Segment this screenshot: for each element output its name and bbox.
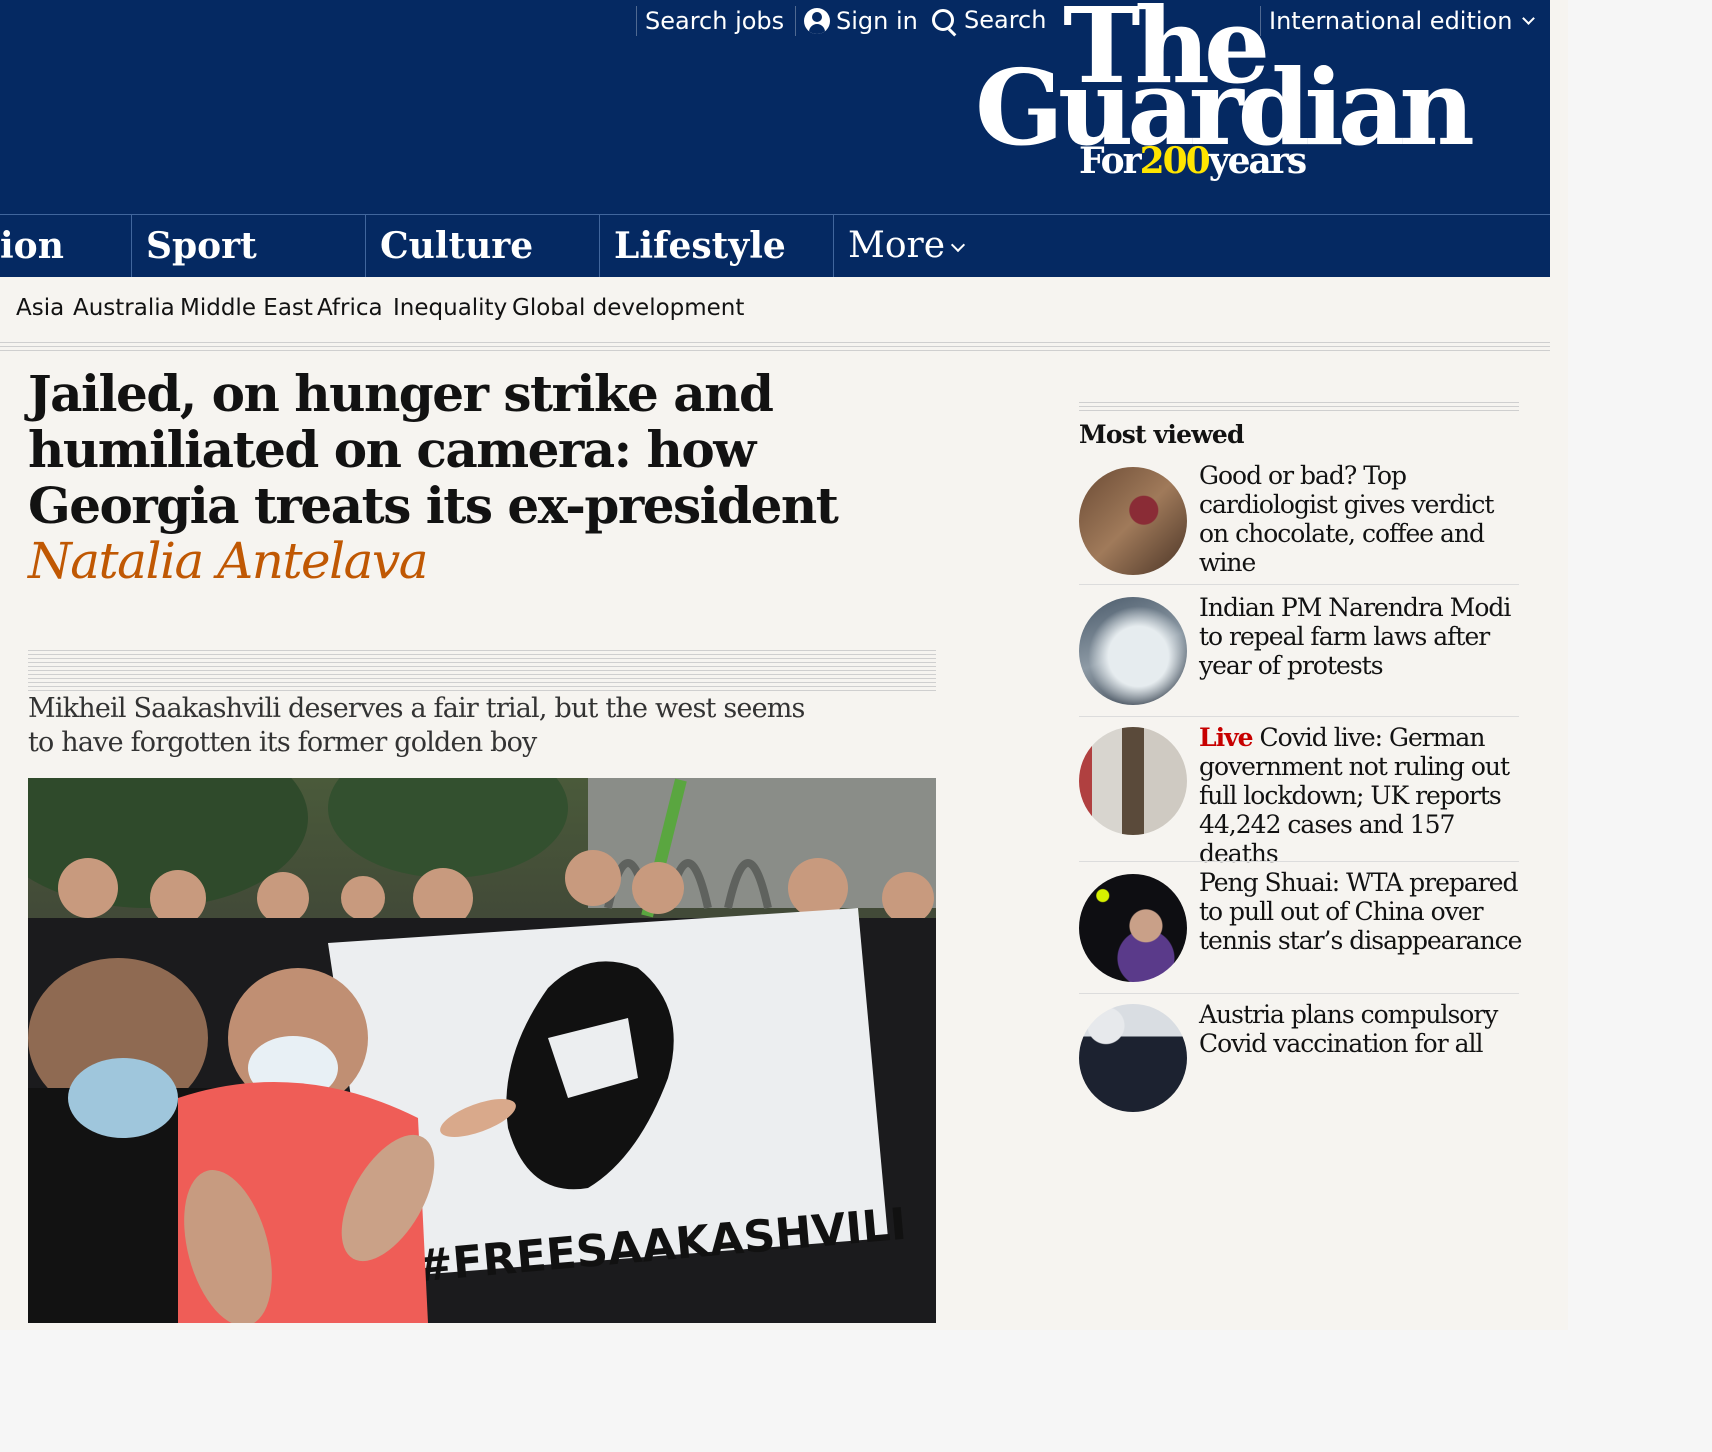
headline-text: Peng Shuai: WTA prepared to pull out of … xyxy=(1199,868,1522,955)
article-standfirst: Mikheil Saakashvili deserves a fair tria… xyxy=(28,693,805,758)
headline-text: Good or bad? Top cardiologist gives verd… xyxy=(1199,461,1494,577)
most-viewed-item[interactable]: Peng Shuai: WTA prepared to pull out of … xyxy=(1079,861,1522,991)
kicker: Live xyxy=(1199,723,1254,752)
masthead: Search jobs Sign in Search International… xyxy=(0,0,1550,214)
byline-divider xyxy=(28,650,936,694)
most-viewed-item[interactable]: Good or bad? Top cardiologist gives verd… xyxy=(1079,461,1519,597)
chevron-down-icon xyxy=(1522,11,1536,25)
headline-text: Indian PM Narendra Modi to repeal farm l… xyxy=(1199,593,1511,680)
most-viewed-item[interactable]: Indian PM Narendra Modi to repeal farm l… xyxy=(1079,584,1519,714)
headline-text: Austria plans compulsory Covid vaccinati… xyxy=(1199,1000,1498,1058)
most-viewed-title: Most viewed xyxy=(1079,420,1245,449)
pillar-more[interactable]: More xyxy=(833,215,1033,277)
most-viewed-headline: Peng Shuai: WTA prepared to pull out of … xyxy=(1199,868,1523,955)
article-headline: Jailed, on hunger strike and humiliated … xyxy=(28,364,839,535)
most-viewed-headline: Indian PM Narendra Modi to repeal farm l… xyxy=(1199,593,1523,680)
search-icon xyxy=(932,9,954,31)
most-viewed-headline: Live Covid live: German government not r… xyxy=(1199,723,1523,868)
thumbnail xyxy=(1079,467,1187,575)
user-icon xyxy=(804,8,830,34)
subnav-inequality[interactable]: Inequality xyxy=(393,295,507,321)
logo-years: years xyxy=(1208,140,1307,182)
sign-in-label: Sign in xyxy=(836,7,918,35)
logo-tagline: For200years xyxy=(1079,140,1307,182)
pillar-nav: ion Sport Culture Lifestyle More xyxy=(0,214,1550,277)
subnav-australia[interactable]: Australia xyxy=(73,295,175,321)
article-byline: Natalia Antelava xyxy=(28,532,429,590)
subnav-africa[interactable]: Africa xyxy=(317,295,383,321)
search-jobs-label: Search jobs xyxy=(645,7,785,35)
thumbnail xyxy=(1079,874,1187,982)
item-separator xyxy=(1079,716,1519,717)
logo-for: For xyxy=(1079,140,1142,182)
article-photo: #FREESAAKASHVILI xyxy=(28,778,936,1323)
chevron-down-icon xyxy=(950,237,966,253)
sign-in-link[interactable]: Sign in xyxy=(795,6,918,36)
thumbnail xyxy=(1079,597,1187,705)
guardian-logo[interactable]: The Guardian For200years xyxy=(975,0,1475,200)
pillar-lifestyle[interactable]: Lifestyle xyxy=(599,215,833,277)
thumbnail xyxy=(1079,1004,1187,1112)
subnav-global-development[interactable]: Global development xyxy=(512,295,744,321)
subnav-middle-east[interactable]: Middle East xyxy=(180,295,313,321)
search-jobs-link[interactable]: Search jobs xyxy=(636,6,784,36)
pillar-culture[interactable]: Culture xyxy=(365,215,599,277)
section-divider xyxy=(0,342,1550,354)
pillar-opinion[interactable]: ion xyxy=(0,215,132,277)
pillar-sport[interactable]: Sport xyxy=(131,215,365,277)
logo-200: 200 xyxy=(1139,140,1211,182)
most-viewed-divider xyxy=(1079,402,1519,414)
thumbnail xyxy=(1079,727,1187,835)
most-viewed-item[interactable]: Austria plans compulsory Covid vaccinati… xyxy=(1079,993,1519,1123)
item-separator xyxy=(1079,584,1519,585)
sub-nav: Asia Australia Middle East Africa Inequa… xyxy=(0,277,1550,341)
item-separator xyxy=(1079,861,1519,862)
most-viewed-item[interactable]: Live Covid live: German government not r… xyxy=(1079,716,1519,868)
more-label: More xyxy=(848,225,946,266)
item-separator xyxy=(1079,993,1519,994)
most-viewed-headline: Good or bad? Top cardiologist gives verd… xyxy=(1199,461,1523,577)
subnav-asia[interactable]: Asia xyxy=(16,295,64,321)
page: Search jobs Sign in Search International… xyxy=(0,0,1568,1330)
most-viewed-headline: Austria plans compulsory Covid vaccinati… xyxy=(1199,1000,1523,1058)
